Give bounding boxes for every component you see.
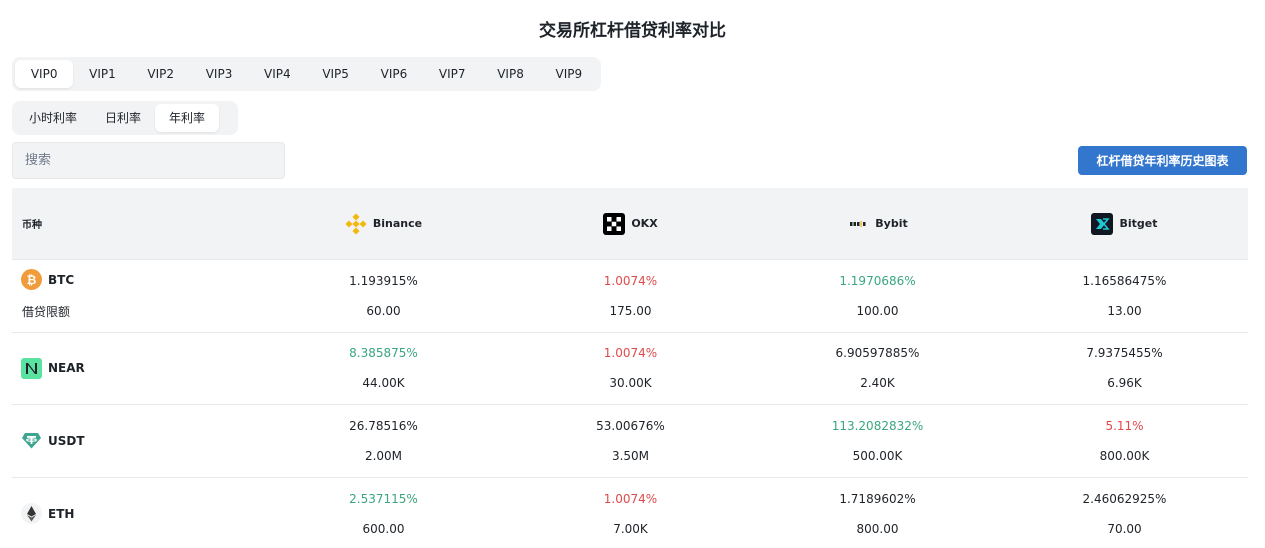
rate-value: 1.193915%: [349, 273, 418, 288]
rate-period-tabs: 小时利率 日利率 年利率: [12, 101, 238, 135]
limit-value: 6.96K: [1107, 376, 1142, 391]
coin-symbol: NEAR: [48, 361, 85, 376]
bybit-cell: 1.7189602% 800.00: [754, 478, 1001, 548]
okx-logo-icon: [603, 212, 626, 235]
limit-value: 44.00K: [362, 376, 405, 391]
tab-vip5[interactable]: VIP5: [306, 60, 364, 88]
coin-column-header: 币种: [22, 220, 42, 231]
coin-symbol: USDT: [48, 433, 85, 448]
tab-vip8[interactable]: VIP8: [481, 60, 539, 88]
rate-value: 1.1970686%: [839, 273, 916, 288]
bitget-cell: 5.11% 800.00K: [1001, 405, 1248, 477]
okx-cell: 1.0074% 175.00: [507, 260, 754, 332]
btc-icon: ₿: [21, 269, 42, 290]
exchange-header-binance: Binance: [260, 212, 507, 235]
bybit-cell: 1.1970686% 100.00: [754, 260, 1001, 332]
tab-hourly-rate[interactable]: 小时利率: [15, 104, 91, 132]
table-row: ETH 2.537115% 600.00 1.0074% 7.00K 1.718…: [12, 478, 1248, 548]
table-row: NEAR 8.385875% 44.00K 1.0074% 30.00K 6.9…: [12, 333, 1248, 405]
bitget-logo-icon: [1091, 212, 1114, 235]
limit-value: 2.40K: [860, 376, 895, 391]
binance-logo-icon: [345, 212, 367, 235]
history-chart-button[interactable]: 杠杆借贷年利率历史图表: [1078, 146, 1247, 175]
rate-value: 1.0074%: [603, 273, 658, 288]
okx-cell: 1.0074% 30.00K: [507, 333, 754, 405]
rate-value: 5.11%: [1105, 418, 1144, 433]
limit-value: 175.00: [609, 303, 652, 318]
tab-vip6[interactable]: VIP6: [365, 60, 423, 88]
binance-cell: 1.193915% 60.00: [260, 260, 507, 332]
exchange-name: Bybit: [875, 217, 908, 230]
rate-value: 6.90597885%: [835, 346, 920, 361]
usdt-icon: [21, 430, 42, 451]
okx-cell: 1.0074% 7.00K: [507, 478, 754, 548]
table-row: ₿ BTC 借贷限额 1.193915% 60.00 1.0074% 175.0…: [12, 260, 1248, 333]
limit-value: 60.00: [366, 303, 401, 318]
coin-symbol: ETH: [48, 506, 75, 521]
exchange-name: OKX: [631, 217, 658, 230]
search-input[interactable]: [12, 142, 285, 179]
coin-symbol: BTC: [48, 272, 75, 287]
rate-value: 2.537115%: [349, 491, 418, 506]
limit-value: 600.00: [362, 521, 405, 536]
rate-value: 2.46062925%: [1082, 491, 1167, 506]
limit-value: 800.00K: [1099, 448, 1150, 463]
coin-cell: USDT: [12, 405, 260, 477]
bybit-cell: 113.2082832% 500.00K: [754, 405, 1001, 477]
binance-cell: 26.78516% 2.00M: [260, 405, 507, 477]
tab-vip9[interactable]: VIP9: [540, 60, 598, 88]
tab-vip4[interactable]: VIP4: [248, 60, 306, 88]
coin-cell: ₿ BTC 借贷限额: [12, 260, 260, 332]
tab-daily-rate[interactable]: 日利率: [91, 104, 155, 132]
limit-value: 3.50M: [611, 448, 650, 463]
rate-value: 53.00676%: [596, 418, 665, 433]
rate-value: 8.385875%: [349, 346, 418, 361]
borrow-limit-label: 借贷限额: [22, 305, 71, 319]
limit-value: 30.00K: [609, 376, 652, 391]
tab-annual-rate[interactable]: 年利率: [155, 104, 220, 132]
limit-value: 500.00K: [852, 448, 903, 463]
rate-value: 1.7189602%: [839, 491, 916, 506]
bybit-cell: 6.90597885% 2.40K: [754, 333, 1001, 405]
bitget-cell: 2.46062925% 70.00: [1001, 478, 1248, 548]
rate-value: 113.2082832%: [831, 418, 924, 433]
coin-cell: NEAR: [12, 333, 260, 405]
rate-value: 26.78516%: [349, 418, 418, 433]
rate-comparison-table: 币种 Binance OKX Bybit Bitget ₿ BTC 借贷限额 1…: [12, 188, 1248, 548]
rate-value: 1.0074%: [603, 491, 658, 506]
limit-value: 7.00K: [613, 521, 648, 536]
table-row: USDT 26.78516% 2.00M 53.00676% 3.50M 113…: [12, 405, 1248, 478]
exchange-header-okx: OKX: [507, 212, 754, 235]
limit-value: 70.00: [1107, 521, 1142, 536]
svg-text:₿: ₿: [27, 273, 37, 287]
binance-cell: 2.537115% 600.00: [260, 478, 507, 548]
tab-vip1[interactable]: VIP1: [73, 60, 131, 88]
limit-value: 800.00: [856, 521, 899, 536]
limit-value: 2.00M: [364, 448, 403, 463]
bybit-logo-icon: [847, 213, 870, 235]
bitget-cell: 7.9375455% 6.96K: [1001, 333, 1248, 405]
rate-value: 1.16586475%: [1082, 273, 1167, 288]
exchange-name: Binance: [372, 217, 423, 230]
near-icon: [21, 357, 42, 379]
exchange-header-bybit: Bybit: [754, 213, 1001, 235]
limit-value: 100.00: [856, 303, 899, 318]
bitget-cell: 1.16586475% 13.00: [1001, 260, 1248, 332]
tab-vip2[interactable]: VIP2: [132, 60, 190, 88]
tab-vip3[interactable]: VIP3: [190, 60, 248, 88]
vip-level-tabs: VIP0 VIP1 VIP2 VIP3 VIP4 VIP5 VIP6 VIP7 …: [12, 57, 601, 91]
tab-vip7[interactable]: VIP7: [423, 60, 481, 88]
table-header: 币种 Binance OKX Bybit Bitget: [12, 188, 1248, 260]
exchange-name: Bitget: [1119, 217, 1158, 230]
eth-icon: [21, 503, 42, 525]
tab-vip0[interactable]: VIP0: [15, 60, 74, 88]
exchange-header-bitget: Bitget: [1001, 212, 1248, 235]
rate-value: 7.9375455%: [1086, 346, 1163, 361]
coin-cell: ETH: [12, 478, 260, 548]
limit-value: 13.00: [1107, 303, 1142, 318]
page-title: 交易所杠杆借贷利率对比: [539, 21, 726, 41]
rate-value: 1.0074%: [603, 346, 658, 361]
okx-cell: 53.00676% 3.50M: [507, 405, 754, 477]
binance-cell: 8.385875% 44.00K: [260, 333, 507, 405]
